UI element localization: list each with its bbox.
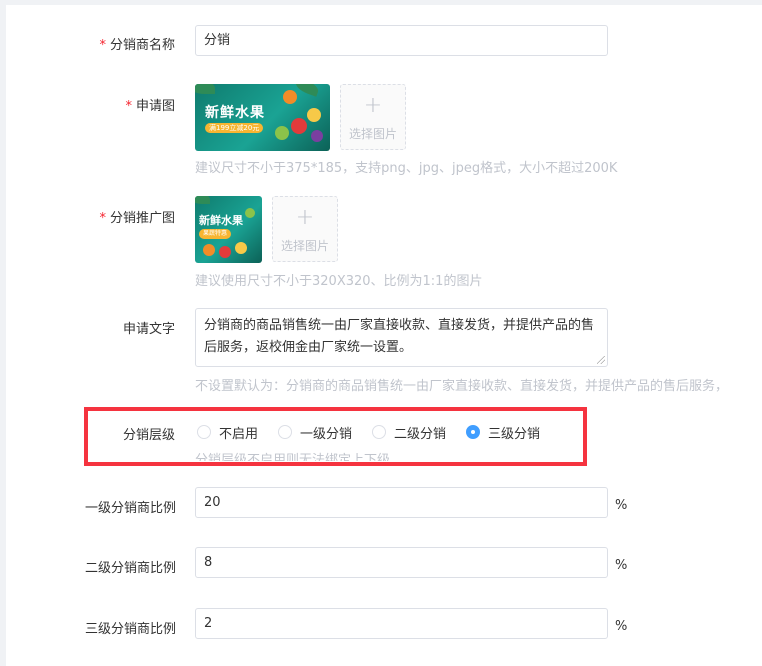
apply-text-hint: 不设置默认为：分销商的商品销售统一由厂家直接收款、直接发货，并提供产品的售后服务… bbox=[195, 379, 729, 394]
level1-ratio-label: 一级分销商比例 bbox=[84, 501, 176, 516]
fruit-mango bbox=[235, 242, 247, 254]
distributor-name-input[interactable]: 分销 bbox=[195, 25, 608, 56]
distributor-name-label: * 分销商名称 bbox=[99, 34, 175, 53]
promo-image-title: 新鲜水果 bbox=[199, 214, 243, 227]
promo-image-label-text: 分销推广图 bbox=[109, 211, 175, 226]
leaf-decoration bbox=[195, 196, 210, 204]
distributor-name-label-text: 分销商名称 bbox=[109, 38, 175, 53]
leaf-decoration bbox=[293, 84, 321, 97]
fruit-kiwi bbox=[245, 208, 255, 218]
fruit-kiwi bbox=[275, 126, 289, 140]
required-mark: * bbox=[99, 38, 106, 53]
apply-image-label: * 申请图 bbox=[125, 95, 175, 114]
fruit-mango bbox=[307, 108, 321, 122]
required-mark: * bbox=[125, 99, 132, 114]
fruit-orange bbox=[203, 244, 215, 256]
percent-unit: % bbox=[615, 498, 628, 513]
promo-image-hint: 建议使用尺寸不小于320X320、比例为1:1的图片 bbox=[195, 274, 483, 289]
level3-ratio-input[interactable]: 2 bbox=[195, 608, 608, 639]
percent-unit: % bbox=[615, 619, 628, 634]
fruit-apple bbox=[291, 118, 307, 134]
promo-image-badge: 果蔬特惠 bbox=[199, 229, 232, 239]
fruit-apple bbox=[219, 246, 231, 258]
upload-text: 选择图片 bbox=[348, 127, 397, 141]
level3-ratio-label: 三级分销商比例 bbox=[84, 622, 176, 637]
apply-image-title: 新鲜水果 bbox=[205, 105, 265, 121]
level2-ratio-input[interactable]: 8 bbox=[195, 547, 608, 578]
plus-icon: + bbox=[295, 205, 315, 230]
level1-ratio-input[interactable]: 20 bbox=[195, 487, 608, 518]
apply-image-upload-button[interactable]: + 选择图片 bbox=[340, 84, 406, 150]
apply-image-preview[interactable]: 新鲜水果 满199立减20元 bbox=[195, 84, 330, 151]
highlight-box bbox=[84, 407, 587, 466]
plus-icon: + bbox=[363, 93, 383, 118]
fruit-grape bbox=[311, 130, 323, 142]
promo-image-label: * 分销推广图 bbox=[99, 207, 175, 226]
fruit-orange bbox=[283, 90, 297, 104]
leaf-decoration bbox=[195, 84, 215, 94]
apply-text-label: 申请文字 bbox=[122, 322, 175, 337]
apply-image-hint: 建议尺寸不小于375*185，支持png、jpg、jpeg格式，大小不超过200… bbox=[195, 161, 618, 176]
promo-image-preview[interactable]: 新鲜水果 果蔬特惠 bbox=[195, 196, 262, 263]
promo-image-upload-button[interactable]: + 选择图片 bbox=[272, 196, 338, 262]
apply-text-value: 分销商的商品销售统一由厂家直接收款、直接发货，并提供产品的售后服务，返校佣金由厂… bbox=[204, 318, 595, 355]
apply-image-label-text: 申请图 bbox=[135, 99, 175, 114]
level2-ratio-label: 二级分销商比例 bbox=[84, 561, 176, 576]
percent-unit: % bbox=[615, 558, 628, 573]
upload-text: 选择图片 bbox=[280, 239, 329, 253]
resize-grip-icon[interactable] bbox=[597, 356, 605, 364]
apply-image-badge: 满199立减20元 bbox=[205, 123, 264, 133]
apply-text-textarea[interactable]: 分销商的商品销售统一由厂家直接收款、直接发货，并提供产品的售后服务，返校佣金由厂… bbox=[195, 308, 608, 367]
required-mark: * bbox=[99, 211, 106, 226]
